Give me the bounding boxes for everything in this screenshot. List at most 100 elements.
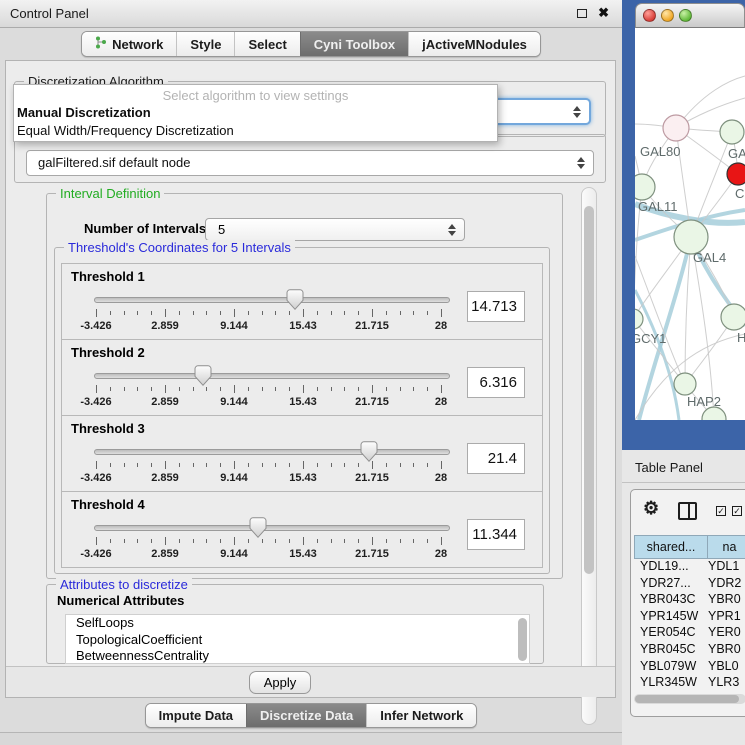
float-window-icon[interactable] (577, 9, 587, 18)
slider-tick (331, 311, 332, 315)
slider-tick (331, 463, 332, 467)
dropdown-option-equal-width[interactable]: Equal Width/Frequency Discretization (14, 121, 497, 139)
table-row[interactable]: YDL19...YDL1 (634, 559, 745, 576)
checkbox-icon[interactable]: ✓ (716, 506, 726, 516)
tab-network[interactable]: Network (82, 32, 176, 56)
list-scrollbar-thumb[interactable] (518, 618, 527, 661)
slider-tick (124, 539, 125, 543)
slider-tick (427, 463, 428, 467)
interval-definition-title: Interval Definition (56, 186, 164, 201)
cell-shared-name: YBR043C (634, 592, 708, 606)
network-node-gal80[interactable] (663, 115, 689, 141)
minimize-light-yellow[interactable] (661, 9, 674, 22)
tab-discretize-data[interactable]: Discretize Data (246, 704, 366, 727)
table-row[interactable]: YER054CYER0 (634, 625, 745, 642)
slider-thumb[interactable] (194, 365, 212, 392)
gear-icon[interactable]: ⚙ (643, 498, 659, 518)
table-row[interactable]: YDR27...YDR2 (634, 576, 745, 593)
attribute-list-item[interactable]: TopologicalCoefficient (66, 632, 529, 649)
network-node-h[interactable] (721, 304, 745, 330)
slider-tick-label: 2.859 (151, 472, 179, 484)
apply-button[interactable]: Apply (249, 671, 311, 694)
threshold-slider-4[interactable]: -3.4262.8599.14415.4321.71528 (94, 519, 450, 565)
network-node-gcy1[interactable] (635, 309, 643, 329)
threshold-panel-1: Threshold 1-3.4262.8599.14415.4321.71528… (61, 263, 543, 340)
slider-tick (137, 463, 138, 467)
table-column-header[interactable]: shared... (634, 535, 708, 559)
panel-scrollbar[interactable] (581, 187, 597, 725)
slider-tick (413, 539, 414, 543)
close-icon[interactable]: ✖ (598, 5, 609, 21)
threshold-slider-2[interactable]: -3.4262.8599.14415.4321.71528 (94, 367, 450, 413)
threshold-label: Threshold 4 (71, 497, 145, 512)
cell-name: YBR0 (708, 642, 741, 656)
threshold-value-field[interactable]: 14.713 (467, 291, 525, 322)
tab-jactivemnodules[interactable]: jActiveMNodules (408, 32, 540, 56)
slider-tick (124, 311, 125, 315)
table-data-select[interactable]: galFiltered.sif default node (26, 150, 594, 176)
slider-tick (289, 463, 290, 467)
slider-tick (193, 311, 194, 315)
network-node-gal11[interactable] (635, 174, 655, 200)
threshold-slider-1[interactable]: -3.4262.8599.14415.4321.71528 (94, 291, 450, 337)
attribute-list-item[interactable]: BetweennessCentrality (66, 648, 529, 664)
apply-bar: Apply (6, 666, 615, 697)
slider-thumb[interactable] (249, 517, 267, 544)
attribute-list-item[interactable]: SelfLoops (66, 615, 529, 632)
threshold-stack: Threshold 1-3.4262.8599.14415.4321.71528… (61, 264, 543, 568)
network-node-ga[interactable] (720, 120, 744, 144)
slider-tick (234, 461, 235, 469)
table-row[interactable]: YPR145WYPR1 (634, 609, 745, 626)
algorithm-dropdown-popup: Select algorithm to view settings Manual… (13, 84, 498, 142)
network-node-c[interactable] (727, 163, 745, 185)
slider-tick (193, 539, 194, 543)
tab-infer-network[interactable]: Infer Network (366, 704, 476, 727)
network-node-label: GAL80 (640, 144, 680, 159)
slider-tick (206, 539, 207, 543)
slider-tick (400, 539, 401, 543)
table-row[interactable]: YBL079WYBL0 (634, 659, 745, 676)
slider-tick (206, 311, 207, 315)
slider-tick (248, 387, 249, 391)
slider-tick (275, 463, 276, 467)
threshold-slider-3[interactable]: -3.4262.8599.14415.4321.71528 (94, 443, 450, 489)
number-of-intervals-select[interactable]: 5 (205, 218, 465, 241)
tab-select[interactable]: Select (234, 32, 299, 56)
tab-style[interactable]: Style (176, 32, 234, 56)
network-node-label: H (737, 330, 745, 345)
checkbox-icon[interactable]: ✓ (732, 506, 742, 516)
network-view-window: GAL80GACGAL11GAL4GCY1HHAP2 (622, 0, 745, 450)
table-panel-title: Table Panel (635, 460, 703, 475)
table-column-header[interactable]: na (708, 535, 745, 559)
slider-tick (427, 311, 428, 315)
network-canvas[interactable]: GAL80GACGAL11GAL4GCY1HHAP2 (635, 28, 745, 420)
table-hscrollbar-thumb[interactable] (635, 695, 739, 703)
table-row[interactable]: YBR045CYBR0 (634, 642, 745, 659)
tab-impute-data[interactable]: Impute Data (146, 704, 246, 727)
slider-thumb[interactable] (360, 441, 378, 468)
network-node-hap2[interactable] (674, 373, 696, 395)
columns-icon[interactable] (678, 502, 697, 520)
zoom-light-green[interactable] (679, 9, 692, 22)
slider-tick (303, 537, 304, 545)
table-row[interactable]: YBR043CYBR0 (634, 592, 745, 609)
close-light-red[interactable] (643, 9, 656, 22)
threshold-value-field[interactable]: 21.4 (467, 443, 525, 474)
table-hscrollbar[interactable] (634, 694, 745, 704)
threshold-value-field[interactable]: 11.344 (467, 519, 525, 550)
network-window-titlebar[interactable] (635, 3, 745, 28)
panel-scrollbar-thumb[interactable] (584, 206, 594, 574)
table-row[interactable]: YLR345WYLR3 (634, 675, 745, 692)
network-node-gal4[interactable] (674, 220, 708, 254)
dropdown-option-manual[interactable]: Manual Discretization (14, 103, 497, 121)
slider-tick-label: 28 (435, 472, 447, 484)
threshold-value-field[interactable]: 6.316 (467, 367, 525, 398)
slider-thumb[interactable] (286, 289, 304, 316)
panel-title: Control Panel (10, 0, 89, 28)
cell-name: YER0 (708, 625, 741, 639)
tab-cyni-toolbox[interactable]: Cyni Toolbox (300, 32, 408, 56)
cell-shared-name: YER054C (634, 625, 708, 639)
slider-tick (165, 461, 166, 469)
slider-tick (248, 311, 249, 315)
numerical-attributes-label: Numerical Attributes (57, 593, 184, 608)
